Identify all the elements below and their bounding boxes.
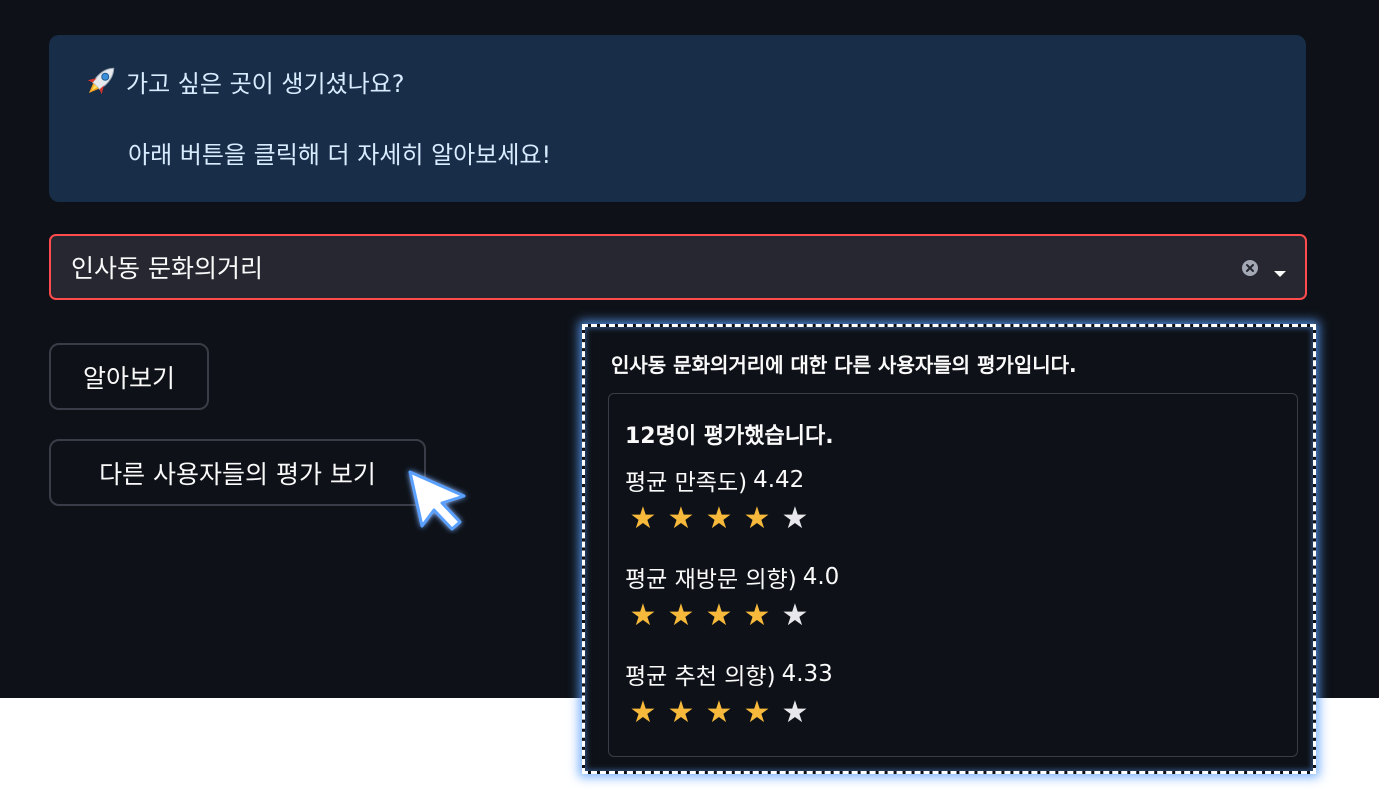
metric-value: 4.42	[753, 467, 805, 493]
info-instruction-text: 아래 버튼을 클릭해 더 자세히 알아보세요!	[128, 140, 552, 169]
star-filled-icon: ★	[629, 598, 657, 633]
metric-revisit: 평균 재방문 의향) 4.0 ★ ★ ★ ★ ★	[625, 561, 839, 633]
star-filled-icon: ★	[667, 695, 695, 730]
mouse-pointer-icon	[398, 464, 474, 534]
star-empty-icon: ★	[781, 598, 809, 633]
metric-label: 평균 추천 의향)	[625, 664, 776, 690]
view-reviews-button[interactable]: 다른 사용자들의 평가 보기	[49, 439, 426, 506]
info-question-text: 가고 싶은 곳이 생기셨나요?	[126, 69, 405, 98]
metric-satisfaction: 평균 만족도) 4.42 ★ ★ ★ ★ ★	[625, 464, 813, 536]
chevron-down-icon[interactable]	[1273, 264, 1287, 277]
place-select-value: 인사동 문화의거리	[71, 254, 263, 283]
metric-value: 4.0	[802, 564, 840, 590]
star-filled-icon: ★	[667, 501, 695, 536]
star-filled-icon: ★	[743, 598, 771, 633]
clear-icon[interactable]	[1241, 259, 1259, 277]
reviews-panel: 인사동 문화의거리에 대한 다른 사용자들의 평가입니다. 12명이 평가했습니…	[582, 324, 1316, 774]
star-filled-icon: ★	[667, 598, 695, 633]
metric-label: 평균 재방문 의향)	[625, 567, 797, 593]
metric-label: 평균 만족도)	[625, 470, 748, 496]
learn-more-button[interactable]: 알아보기	[49, 343, 209, 410]
star-empty-icon: ★	[781, 501, 809, 536]
star-filled-icon: ★	[705, 695, 733, 730]
star-filled-icon: ★	[629, 501, 657, 536]
metric-recommend: 평균 추천 의향) 4.33 ★ ★ ★ ★ ★	[625, 658, 833, 730]
star-filled-icon: ★	[743, 501, 771, 536]
star-rating: ★ ★ ★ ★ ★	[625, 502, 813, 536]
review-count: 12명이 평가했습니다.	[625, 424, 834, 449]
star-empty-icon: ★	[781, 695, 809, 730]
star-filled-icon: ★	[743, 695, 771, 730]
info-line-2: 아래 버튼을 클릭해 더 자세히 알아보세요!	[128, 131, 551, 173]
star-filled-icon: ★	[705, 598, 733, 633]
reviews-card: 12명이 평가했습니다. 평균 만족도) 4.42 ★ ★ ★ ★ ★ 평균 재방문 의…	[608, 393, 1298, 757]
star-filled-icon: ★	[629, 695, 657, 730]
place-select[interactable]: 인사동 문화의거리	[49, 234, 1307, 300]
star-filled-icon: ★	[705, 501, 733, 536]
rocket-icon	[80, 60, 122, 102]
star-rating: ★ ★ ★ ★ ★	[625, 696, 833, 730]
metric-value: 4.33	[781, 661, 833, 687]
info-line-1: 가고 싶은 곳이 생기셨나요?	[80, 60, 405, 102]
reviews-title: 인사동 문화의거리에 대한 다른 사용자들의 평가입니다.	[611, 353, 1077, 377]
star-rating: ★ ★ ★ ★ ★	[625, 599, 839, 633]
